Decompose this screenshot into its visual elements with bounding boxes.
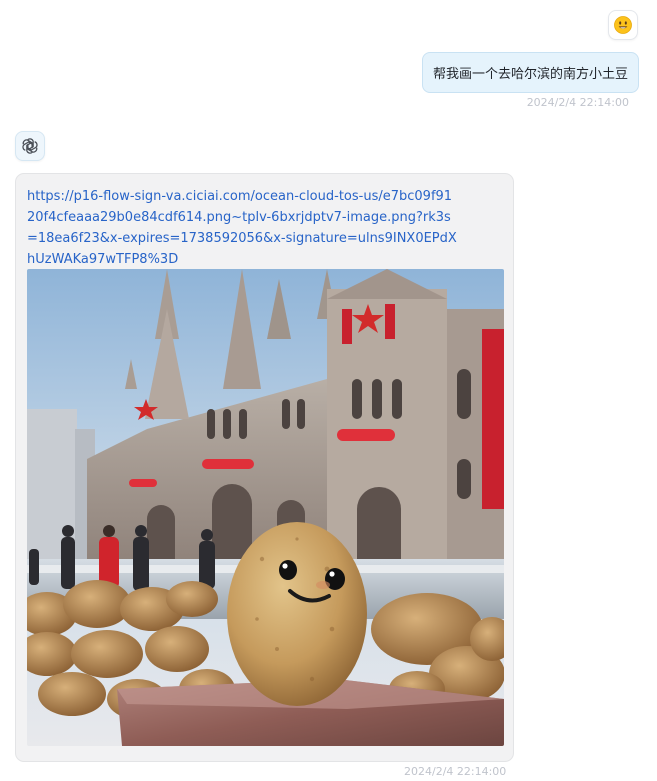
generated-image-potato-harbin xyxy=(27,269,504,746)
user-message-timestamp: 2024/2/4 22:14:00 xyxy=(526,96,629,109)
smiley-face-icon xyxy=(614,16,632,34)
openai-logo-icon xyxy=(22,138,38,154)
user-message-bubble[interactable]: 帮我画一个去哈尔滨的南方小土豆 xyxy=(421,52,639,93)
generated-image[interactable] xyxy=(27,269,504,746)
image-url-link[interactable]: https://p16-flow-sign-va.ciciai.com/ocea… xyxy=(27,186,457,270)
assistant-avatar xyxy=(15,131,45,161)
assistant-message-card: https://p16-flow-sign-va.ciciai.com/ocea… xyxy=(15,173,514,762)
assistant-message-timestamp: 2024/2/4 22:14:00 xyxy=(404,765,507,778)
user-message-text: 帮我画一个去哈尔滨的南方小土豆 xyxy=(432,67,628,82)
chat-window: 帮我画一个去哈尔滨的南方小土豆 2024/2/4 22:14:00 https:… xyxy=(0,0,657,781)
user-avatar xyxy=(608,10,638,40)
